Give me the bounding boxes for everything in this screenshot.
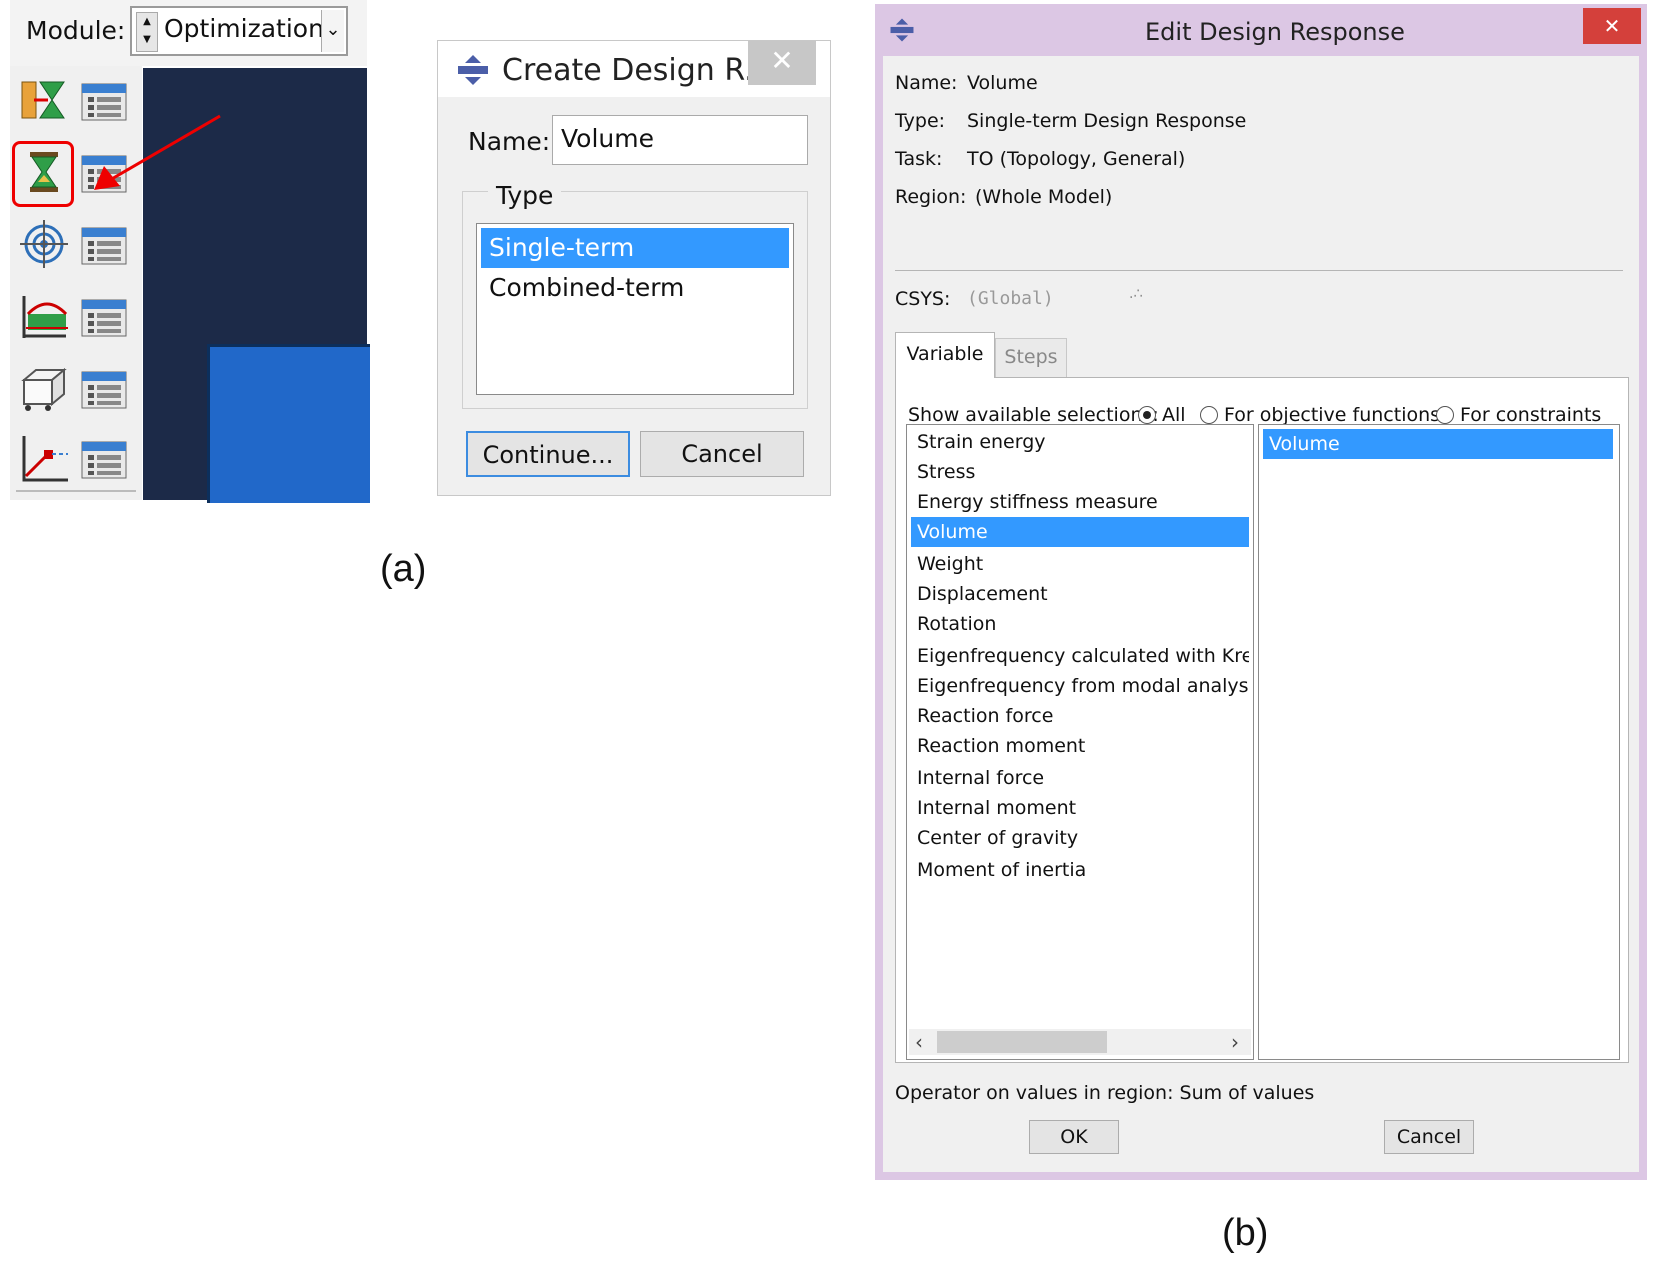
tab-bar: Variable Steps: [895, 332, 1629, 378]
info-name-label: Name:: [895, 72, 958, 94]
module-select[interactable]: ▲ ▼ Optimization ⌄: [130, 6, 348, 56]
radio-all-label: All: [1162, 404, 1186, 426]
csys-pick-icon[interactable]: .∴: [1129, 286, 1142, 302]
create-dialog-titlebar: Create Design R... ✕: [438, 41, 830, 97]
list-item[interactable]: Eigenfrequency calculated with Kreisse: [911, 641, 1249, 671]
red-arrow-icon: [94, 114, 221, 190]
task-create-icon[interactable]: [18, 74, 70, 126]
type-option-single-term[interactable]: Single-term: [481, 228, 789, 268]
create-dialog-title: Create Design R...: [502, 53, 773, 88]
list-item[interactable]: Strain energy: [911, 427, 1249, 457]
info-divider: [895, 270, 1623, 271]
close-icon[interactable]: ✕: [748, 41, 816, 85]
objective-function-create-icon[interactable]: [18, 218, 70, 270]
list-item[interactable]: Center of gravity: [911, 823, 1249, 853]
horizontal-scrollbar[interactable]: ‹ ›: [909, 1029, 1251, 1055]
radio-objective-label: For objective functions: [1224, 404, 1441, 426]
cancel-button[interactable]: Cancel: [1384, 1120, 1474, 1154]
scrollbar-thumb[interactable]: [937, 1031, 1107, 1053]
operator-text: Operator on values in region: Sum of val…: [895, 1082, 1315, 1104]
edit-design-response-dialog: Edit Design Response ✕ Name: Volume Type…: [875, 4, 1647, 1180]
radio-unchecked-icon[interactable]: [1200, 406, 1218, 424]
list-item[interactable]: Moment of inertia: [911, 855, 1249, 885]
constraint-create-icon[interactable]: [18, 290, 70, 342]
stop-condition-create-icon[interactable]: [18, 432, 70, 484]
geometric-restriction-manager-icon[interactable]: [78, 364, 130, 416]
geometric-restriction-create-icon[interactable]: [18, 362, 70, 414]
show-selections-label: Show available selections:: [908, 404, 1159, 426]
optimization-toolbox: Module: ▲ ▼ Optimization ⌄: [10, 0, 370, 503]
radio-unchecked-icon[interactable]: [1436, 406, 1454, 424]
radio-all[interactable]: All: [1138, 404, 1186, 426]
name-input[interactable]: Volume: [552, 115, 808, 165]
module-bar: Module: ▲ ▼ Optimization ⌄: [10, 0, 367, 66]
module-value: Optimization: [164, 14, 324, 43]
list-item[interactable]: Internal moment: [911, 793, 1249, 823]
list-item[interactable]: Reaction moment: [911, 731, 1249, 761]
edit-dialog-title: Edit Design Response: [1145, 18, 1405, 46]
info-csys-value: (Global): [967, 288, 1054, 309]
constraint-manager-icon[interactable]: [78, 292, 130, 344]
info-region-value: (Whole Model): [975, 186, 1113, 208]
info-task-value: TO (Topology, General): [967, 148, 1186, 170]
variable-tab-panel: Show available selections: All For objec…: [895, 377, 1629, 1063]
chevron-down-icon[interactable]: ⌄: [321, 10, 344, 52]
radio-constraints[interactable]: For constraints: [1436, 404, 1601, 426]
chevron-left-icon[interactable]: ‹: [915, 1029, 923, 1055]
panel-label-a: (a): [380, 548, 427, 590]
ok-button[interactable]: OK: [1029, 1120, 1119, 1154]
abaqus-dialog-icon: [458, 55, 488, 85]
list-item[interactable]: Internal force: [911, 763, 1249, 793]
module-spinner-icon[interactable]: ▲ ▼: [136, 12, 158, 52]
cancel-button[interactable]: Cancel: [640, 431, 804, 477]
close-icon[interactable]: ✕: [1583, 8, 1641, 44]
info-type-label: Type:: [895, 110, 946, 132]
list-item[interactable]: Reaction force: [911, 701, 1249, 731]
list-item[interactable]: Eigenfrequency from modal analysis: [911, 671, 1249, 701]
info-name-value: Volume: [967, 72, 1038, 94]
edit-dialog-body: Name: Volume Type: Single-term Design Re…: [883, 56, 1639, 1172]
highlight-box: [12, 141, 74, 207]
info-csys-label: CSYS:: [895, 288, 951, 310]
abaqus-dialog-icon: [890, 18, 914, 42]
list-item-selected[interactable]: Volume: [1263, 429, 1613, 459]
list-item[interactable]: Stress: [911, 457, 1249, 487]
selected-list[interactable]: Volume: [1258, 424, 1620, 1060]
type-list[interactable]: Single-term Combined-term: [476, 223, 794, 395]
tab-variable[interactable]: Variable: [895, 332, 995, 378]
info-region-label: Region:: [895, 186, 967, 208]
list-item[interactable]: Rotation: [911, 609, 1249, 639]
type-option-combined-term[interactable]: Combined-term: [481, 268, 789, 308]
continue-button[interactable]: Continue...: [466, 431, 630, 477]
panel-label-b: (b): [1222, 1212, 1269, 1254]
tab-steps[interactable]: Steps: [995, 338, 1067, 378]
list-item[interactable]: Energy stiffness measure: [911, 487, 1249, 517]
list-item[interactable]: Displacement: [911, 579, 1249, 609]
list-item-selected[interactable]: Volume: [911, 517, 1249, 547]
variable-list[interactable]: Strain energy Stress Energy stiffness me…: [906, 424, 1254, 1060]
stop-condition-manager-icon[interactable]: [78, 434, 130, 486]
toolbox-divider: [16, 490, 136, 492]
type-legend: Type: [488, 181, 562, 210]
radio-constraints-label: For constraints: [1460, 404, 1602, 426]
create-design-response-dialog: Create Design R... ✕ Name: Volume Type S…: [437, 40, 831, 496]
name-label: Name:: [468, 127, 551, 156]
model-part: [207, 344, 370, 503]
objective-function-manager-icon[interactable]: [78, 220, 130, 272]
info-type-value: Single-term Design Response: [967, 110, 1247, 132]
radio-checked-icon[interactable]: [1138, 406, 1156, 424]
module-label: Module:: [26, 16, 126, 45]
radio-objective-functions[interactable]: For objective functions: [1200, 404, 1440, 426]
info-task-label: Task:: [895, 148, 943, 170]
chevron-right-icon[interactable]: ›: [1231, 1029, 1239, 1055]
list-item[interactable]: Weight: [911, 549, 1249, 579]
